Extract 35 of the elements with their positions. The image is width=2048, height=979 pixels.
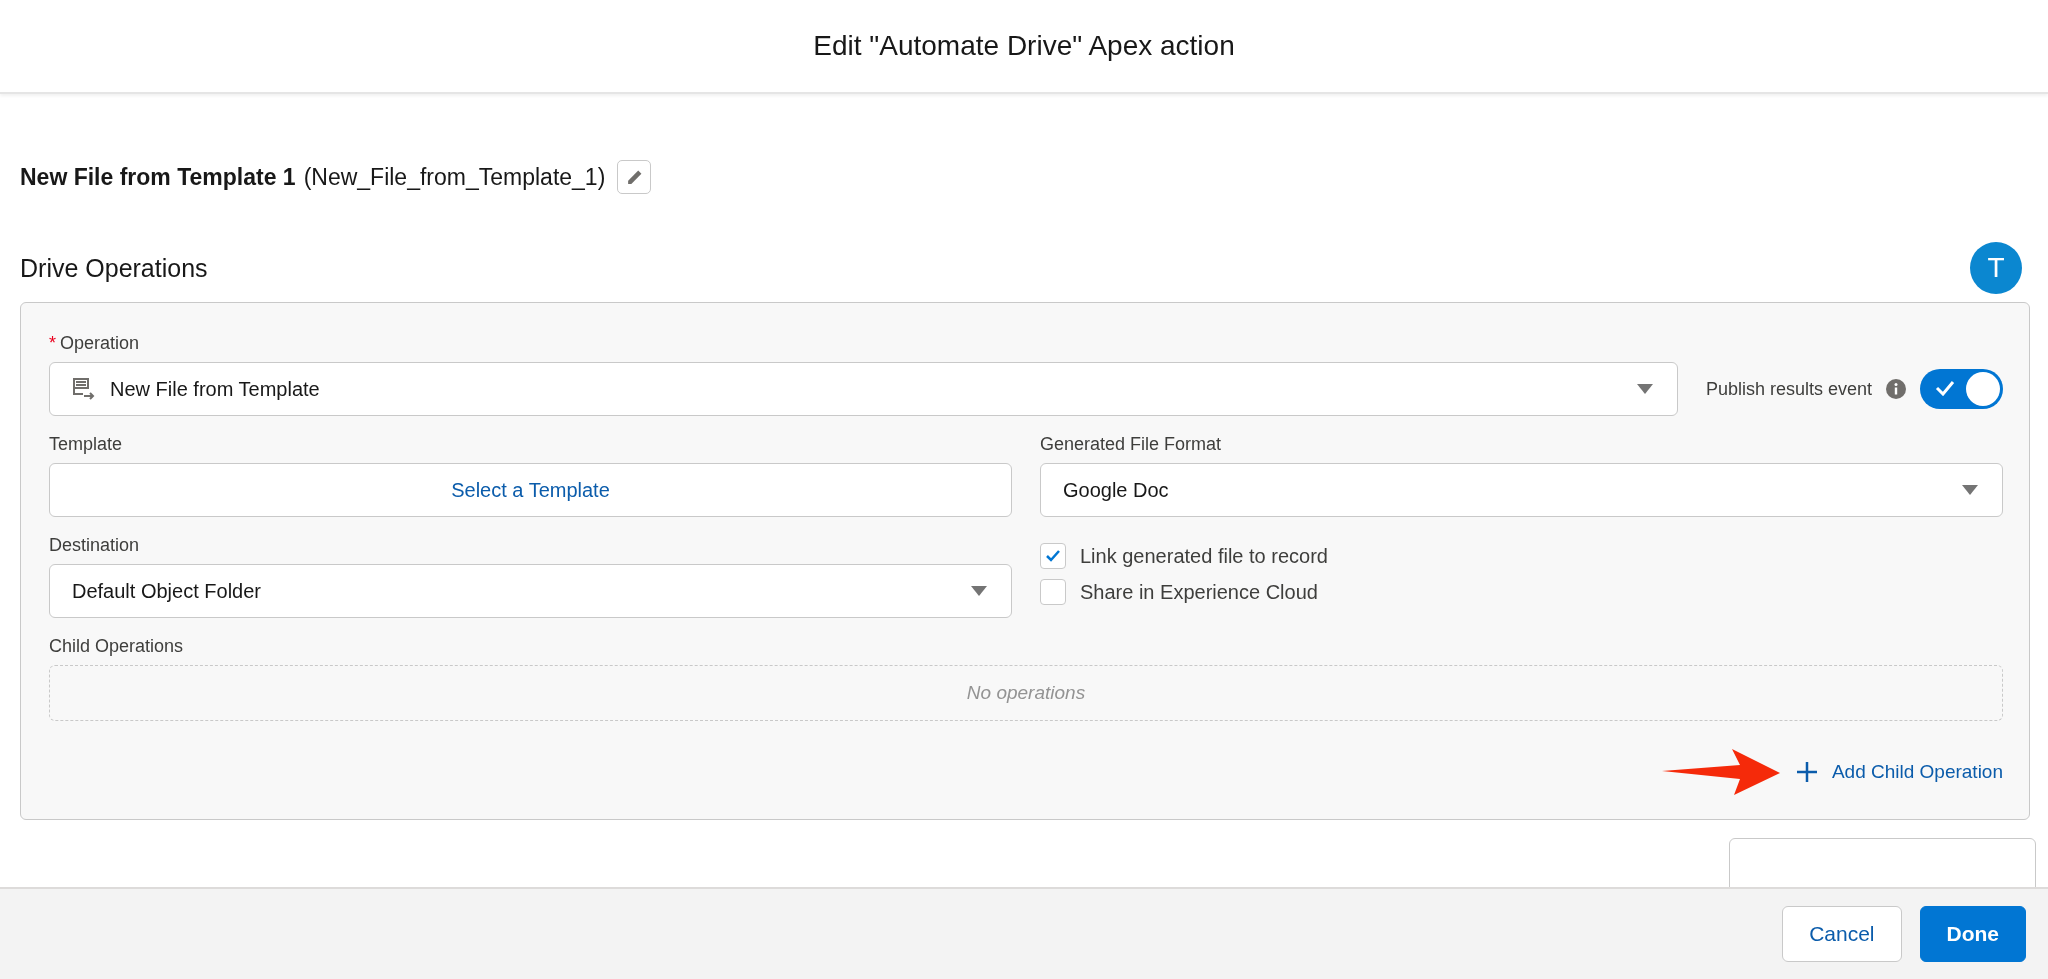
pencil-icon xyxy=(625,168,643,186)
section-title: Drive Operations xyxy=(20,253,208,283)
format-select[interactable]: Google Doc xyxy=(1040,463,2003,517)
info-icon xyxy=(1886,379,1906,399)
edit-button[interactable] xyxy=(617,160,652,194)
check-icon xyxy=(1046,550,1060,562)
plus-icon xyxy=(1795,761,1818,783)
record-label: New File from Template 1 xyxy=(20,163,296,191)
operation-select[interactable]: New File from Template xyxy=(49,362,1678,416)
field-label: Generated File Format xyxy=(1040,434,1222,455)
field-label: Operation xyxy=(60,333,140,354)
dialog-title: Edit "Automate Drive" Apex action xyxy=(813,30,1235,62)
done-button[interactable]: Done xyxy=(1919,906,2026,962)
field-label: Child Operations xyxy=(49,636,184,657)
dropdown-caret-icon xyxy=(971,586,987,596)
select-template-button[interactable]: Select a Template xyxy=(49,463,1012,517)
api-name: (New_File_from_Template_1) xyxy=(303,163,606,191)
add-child-operation-link[interactable]: Add Child Operation xyxy=(1795,761,2003,783)
dropdown-caret-icon xyxy=(1636,384,1653,394)
checkbox-label: Link generated file to record xyxy=(1080,544,1328,568)
publish-label: Publish results event xyxy=(1705,378,1872,400)
field-label: Destination xyxy=(49,535,140,556)
checkbox[interactable] xyxy=(1040,543,1066,569)
document-arrow-icon xyxy=(72,377,96,401)
cancel-button[interactable]: Cancel xyxy=(1782,906,1902,962)
field-label: Template xyxy=(49,434,123,455)
dropdown-caret-icon xyxy=(1962,485,1978,495)
destination-select[interactable]: Default Object Folder xyxy=(49,564,1012,618)
required-mark: * xyxy=(49,333,56,354)
user-avatar[interactable]: T xyxy=(1970,242,2022,294)
checkbox[interactable] xyxy=(1040,579,1066,605)
empty-message: No operations xyxy=(966,682,1086,704)
check-icon xyxy=(1935,380,1955,396)
toggle-switch[interactable] xyxy=(1920,369,2003,409)
checkbox-label: Share in Experience Cloud xyxy=(1080,580,1318,604)
